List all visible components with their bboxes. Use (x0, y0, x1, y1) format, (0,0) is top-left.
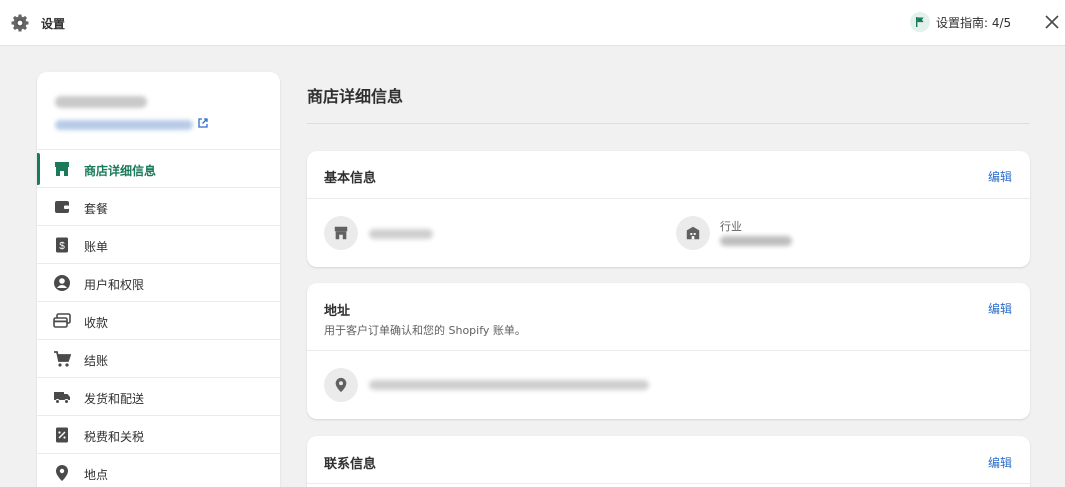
basic-info-card: 基本信息 编辑 行业 (307, 151, 1030, 267)
sidebar-item-label: 结账 (84, 354, 109, 368)
settings-sidebar: 商店详细信息 套餐 $ 账单 用户和权限 收款 结账 发货和配送 税费和关税 地… (37, 72, 280, 487)
card-title: 基本信息 (324, 171, 377, 186)
setup-guide-progress: 设置指南: 4/5 (936, 15, 1012, 30)
sidebar-item-label: 收款 (84, 316, 109, 330)
store-name-redacted (55, 96, 147, 108)
cart-icon (54, 351, 71, 367)
location-pin-icon (335, 377, 347, 393)
store-icon (55, 162, 69, 176)
sidebar-item-taxes[interactable]: 税费和关税 (37, 416, 280, 454)
sidebar-item-label: 套餐 (84, 202, 109, 216)
sidebar-item-shipping[interactable]: 发货和配送 (37, 378, 280, 416)
divider (307, 123, 1030, 124)
card-icon (53, 313, 71, 328)
flag-icon (910, 12, 930, 32)
sidebar-item-label: 商店详细信息 (84, 164, 157, 178)
page-title: 商店详细信息 (307, 87, 404, 106)
edit-basic-info-link[interactable]: 编辑 (988, 168, 1012, 185)
address-value-redacted (369, 380, 649, 390)
industry-avatar (676, 216, 710, 250)
building-icon (686, 226, 700, 240)
sidebar-item-locations[interactable]: 地点 (37, 454, 280, 487)
top-bar: 设置 设置指南: 4/5 (0, 0, 1065, 46)
close-icon[interactable] (1043, 13, 1061, 31)
wallet-icon (55, 201, 69, 213)
tax-icon (56, 427, 68, 443)
card-header: 基本信息 编辑 (307, 151, 1030, 199)
page-header-title: 设置 (41, 17, 66, 31)
gear-icon (11, 14, 29, 32)
card-header: 联系信息 编辑 (307, 436, 1030, 484)
address-card: 地址 用于客户订单确认和您的 Shopify 账单。 编辑 (307, 283, 1030, 419)
store-email-redacted[interactable] (55, 120, 193, 130)
industry-label: 行业 (720, 220, 742, 233)
user-circle-icon (54, 275, 70, 291)
svg-text:$: $ (59, 241, 65, 252)
sidebar-item-users[interactable]: 用户和权限 (37, 264, 280, 302)
store-name-redacted (369, 229, 433, 239)
sidebar-item-plan[interactable]: 套餐 (37, 188, 280, 226)
sidebar-item-label: 用户和权限 (84, 278, 145, 292)
location-pin-icon (56, 465, 68, 481)
sidebar-item-label: 地点 (84, 468, 109, 482)
sidebar-item-store-details[interactable]: 商店详细信息 (37, 150, 280, 188)
sidebar-item-label: 税费和关税 (84, 430, 145, 444)
sidebar-item-checkout[interactable]: 结账 (37, 340, 280, 378)
edit-contact-link[interactable]: 编辑 (988, 454, 1012, 471)
store-header (37, 72, 280, 150)
store-avatar (324, 216, 358, 250)
card-header: 地址 用于客户订单确认和您的 Shopify 账单。 编辑 (307, 283, 1030, 351)
external-link-icon[interactable] (197, 117, 209, 129)
sidebar-item-billing[interactable]: $ 账单 (37, 226, 280, 264)
truck-icon (54, 392, 70, 404)
sidebar-item-label: 发货和配送 (84, 392, 145, 406)
contact-card: 联系信息 编辑 (307, 436, 1030, 487)
sidebar-item-payments[interactable]: 收款 (37, 302, 280, 340)
address-avatar (324, 368, 358, 402)
sidebar-item-label: 账单 (84, 240, 109, 254)
card-subtitle: 用于客户订单确认和您的 Shopify 账单。 (324, 324, 526, 337)
bill-icon: $ (56, 237, 68, 253)
card-title: 联系信息 (324, 457, 377, 472)
edit-address-link[interactable]: 编辑 (988, 300, 1012, 317)
store-icon (334, 226, 348, 240)
industry-value-redacted (720, 236, 792, 246)
setup-guide-button[interactable]: 设置指南: 4/5 (910, 12, 1011, 32)
card-title: 地址 (324, 304, 351, 319)
